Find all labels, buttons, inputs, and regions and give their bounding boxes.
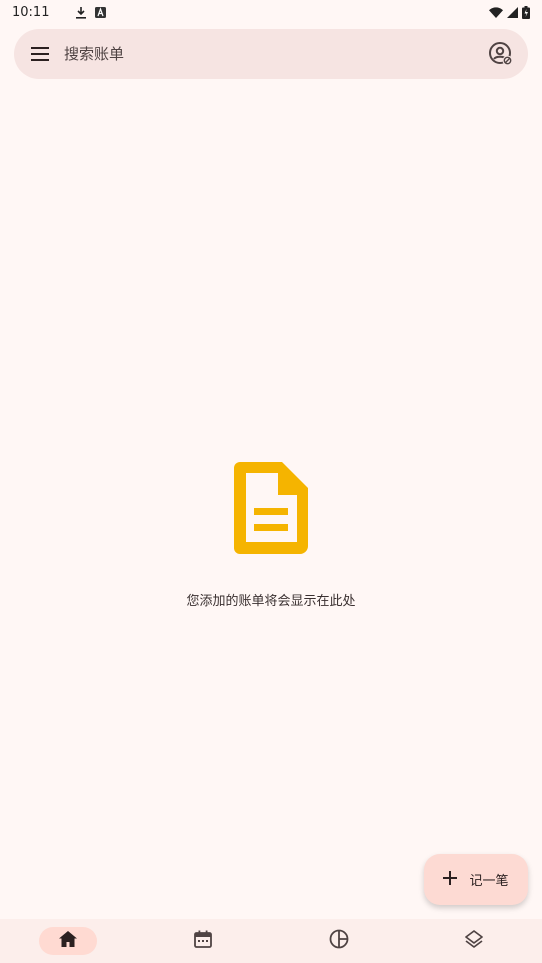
nav-pill-calendar [174, 927, 232, 955]
search-input[interactable] [62, 44, 488, 64]
wifi-icon [489, 6, 503, 18]
document-icon [234, 462, 308, 558]
battery-icon [522, 5, 530, 19]
status-left: 10:11 [12, 4, 107, 20]
nav-pill-statistics [310, 927, 368, 955]
download-icon [75, 6, 87, 19]
home-icon [58, 931, 77, 951]
nav-item-calendar[interactable] [136, 919, 272, 963]
nav-item-layers[interactable] [407, 919, 542, 963]
account-icon[interactable] [488, 41, 514, 67]
bottom-nav [0, 919, 542, 963]
nav-item-home[interactable] [0, 919, 136, 963]
empty-state-message: 您添加的账单将会显示在此处 [186, 594, 356, 609]
status-time: 10:11 [12, 4, 50, 20]
status-bar: 10:11 [0, 0, 542, 24]
pie-chart-icon [329, 929, 349, 953]
add-bill-label: 记一笔 [469, 874, 509, 889]
signal-icon [507, 6, 518, 18]
status-right [489, 5, 530, 19]
empty-state: 您添加的账单将会显示在此处 [0, 462, 542, 609]
a-badge-icon [95, 6, 107, 18]
nav-item-statistics[interactable] [271, 919, 407, 963]
add-bill-button[interactable]: 记一笔 [424, 854, 528, 905]
nav-active-pill [38, 927, 97, 955]
menu-icon[interactable] [30, 44, 50, 64]
nav-pill-layers [445, 927, 503, 955]
plus-icon [443, 870, 458, 889]
search-bar [14, 29, 528, 79]
layers-icon [465, 930, 484, 952]
calendar-icon [194, 930, 213, 952]
